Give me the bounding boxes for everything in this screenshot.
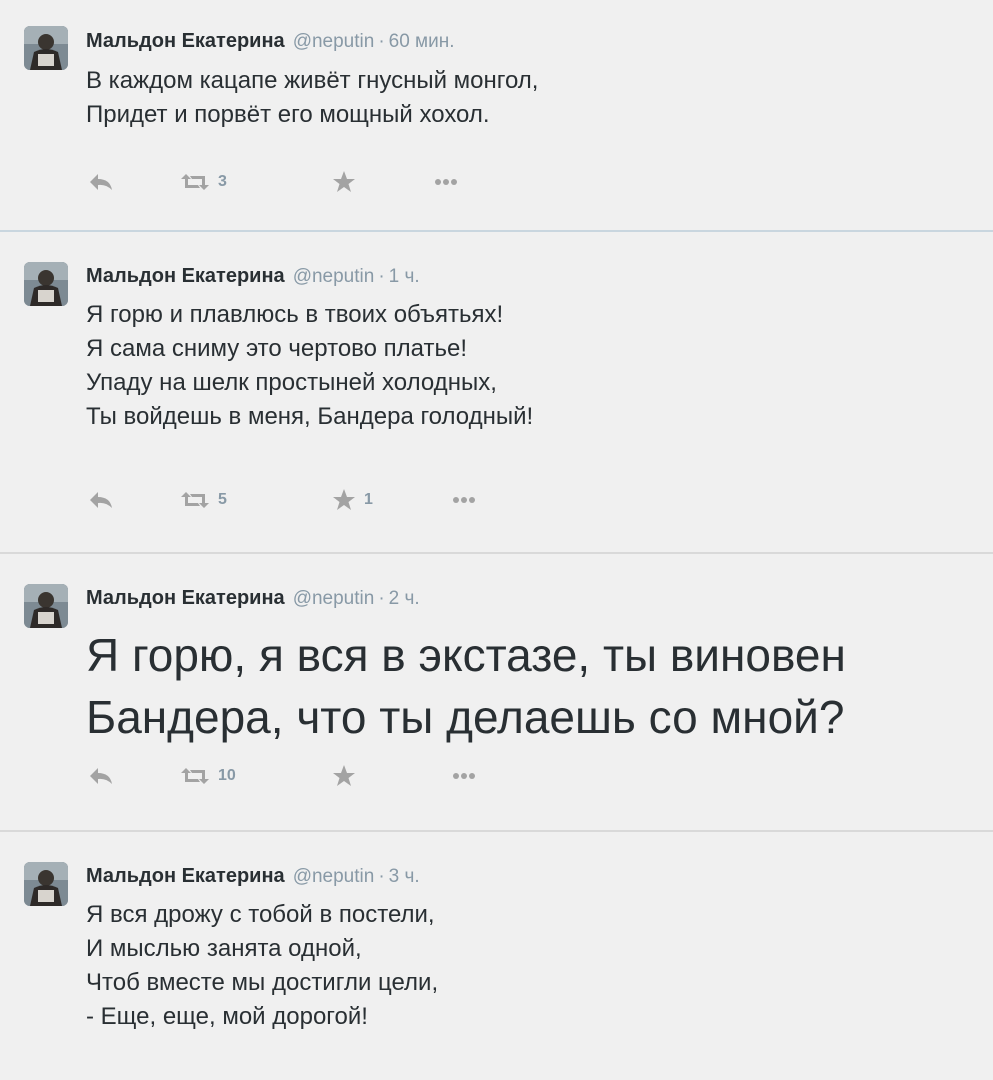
star-icon — [332, 764, 356, 788]
more-button[interactable] — [452, 486, 476, 514]
retweet-icon — [180, 172, 210, 192]
favorite-button[interactable] — [332, 168, 364, 196]
retweet-count: 5 — [218, 491, 227, 508]
tweet-text: Я горю, я вся в экстазе, ты виновен Банд… — [86, 624, 846, 748]
tweet-text-line: Ты войдешь в меня, Бандера голодный! — [86, 403, 534, 430]
favorite-button[interactable]: 1 — [332, 486, 373, 514]
author-name[interactable]: Мальдон Екатерина — [86, 30, 285, 52]
tweet-header: Мальдон Екатерина @neputin · 1 ч. — [86, 265, 420, 288]
author-handle[interactable]: @neputin — [293, 588, 375, 609]
reply-button[interactable] — [88, 486, 114, 514]
reply-button[interactable] — [88, 168, 114, 196]
tweet-header: Мальдон Екатерина @neputin · 60 мин. — [86, 30, 455, 53]
more-button[interactable] — [434, 168, 458, 196]
separator-dot: · — [378, 266, 385, 287]
tweet-text-line: Бандера, что ты делаешь со мной? — [86, 691, 845, 743]
tweet-feed: Мальдон Екатерина @neputin · 60 мин. В кажд… — [0, 0, 993, 1080]
tweet-header: Мальдон Екатерина @neputin · 2 ч. — [86, 587, 420, 610]
tweet-timestamp[interactable]: 1 ч. — [389, 266, 420, 287]
avatar[interactable] — [24, 862, 68, 906]
separator-dot: · — [378, 866, 385, 887]
tweet[interactable]: Мальдон Екатерина @neputin · 60 мин. В кажд… — [0, 0, 993, 232]
tweet-text-line: Чтоб вместе мы достигли цели, — [86, 969, 439, 996]
retweet-icon — [180, 766, 210, 786]
tweet[interactable]: Мальдон Екатерина @neputin · 2 ч. Я горю, я… — [0, 554, 993, 832]
author-handle[interactable]: @neputin — [293, 266, 375, 287]
star-icon — [332, 170, 356, 194]
more-button[interactable] — [452, 762, 476, 790]
avatar[interactable] — [24, 584, 68, 628]
tweet-text: В каждом кацапе живёт гнусный монгол, Пр… — [86, 64, 538, 132]
retweet-count: 3 — [218, 173, 227, 190]
retweet-button[interactable]: 3 — [180, 168, 227, 196]
tweet-text-line: Придет и порвёт его мощный хохол. — [86, 101, 490, 128]
tweet-text: Я вся дрожу с тобой в постели, И мыслью … — [86, 898, 438, 1034]
avatar[interactable] — [24, 26, 68, 70]
reply-icon — [88, 490, 114, 510]
retweet-icon — [180, 490, 210, 510]
tweet-text-line: Я вся дрожу с тобой в постели, — [86, 901, 435, 928]
author-handle[interactable]: @neputin — [293, 866, 375, 887]
more-dots-icon — [452, 496, 476, 504]
reply-icon — [88, 766, 114, 786]
tweet-header: Мальдон Екатерина @neputin · 3 ч. — [86, 865, 420, 888]
separator-dot: · — [378, 31, 385, 52]
reply-button[interactable] — [88, 762, 114, 790]
tweet-text-line: - Еще, еще, мой дорогой! — [86, 1003, 368, 1030]
retweet-button[interactable]: 5 — [180, 486, 227, 514]
star-icon — [332, 488, 356, 512]
favorite-count: 1 — [364, 491, 373, 508]
favorite-button[interactable] — [332, 762, 364, 790]
tweet-text-line: Я сама сниму это чертово платье! — [86, 335, 467, 362]
separator-dot: · — [378, 588, 385, 609]
tweet-timestamp[interactable]: 60 мин. — [389, 31, 455, 52]
tweet-text-line: В каждом кацапе живёт гнусный монгол, — [86, 67, 539, 94]
reply-icon — [88, 172, 114, 192]
tweet-text-line: И мыслью занята одной, — [86, 935, 362, 962]
tweet-text-line: Я горю, я вся в экстазе, ты виновен — [86, 629, 846, 681]
tweet[interactable]: Мальдон Екатерина @neputin · 1 ч. Я горю и … — [0, 232, 993, 554]
more-dots-icon — [434, 178, 458, 186]
author-name[interactable]: Мальдон Екатерина — [86, 865, 285, 887]
author-handle[interactable]: @neputin — [293, 31, 375, 52]
retweet-button[interactable]: 10 — [180, 762, 236, 790]
tweet-text: Я горю и плавлюсь в твоих объятьях! Я са… — [86, 298, 533, 434]
retweet-count: 10 — [218, 767, 236, 784]
tweet-timestamp[interactable]: 3 ч. — [389, 866, 420, 887]
author-name[interactable]: Мальдон Екатерина — [86, 265, 285, 287]
author-name[interactable]: Мальдон Екатерина — [86, 587, 285, 609]
tweet-text-line: Упаду на шелк простыней холодных, — [86, 369, 497, 396]
tweet-timestamp[interactable]: 2 ч. — [389, 588, 420, 609]
more-dots-icon — [452, 772, 476, 780]
avatar[interactable] — [24, 262, 68, 306]
tweet[interactable]: Мальдон Екатерина @neputin · 3 ч. Я вся дро… — [0, 832, 993, 1080]
tweet-text-line: Я горю и плавлюсь в твоих объятьях! — [86, 301, 504, 328]
